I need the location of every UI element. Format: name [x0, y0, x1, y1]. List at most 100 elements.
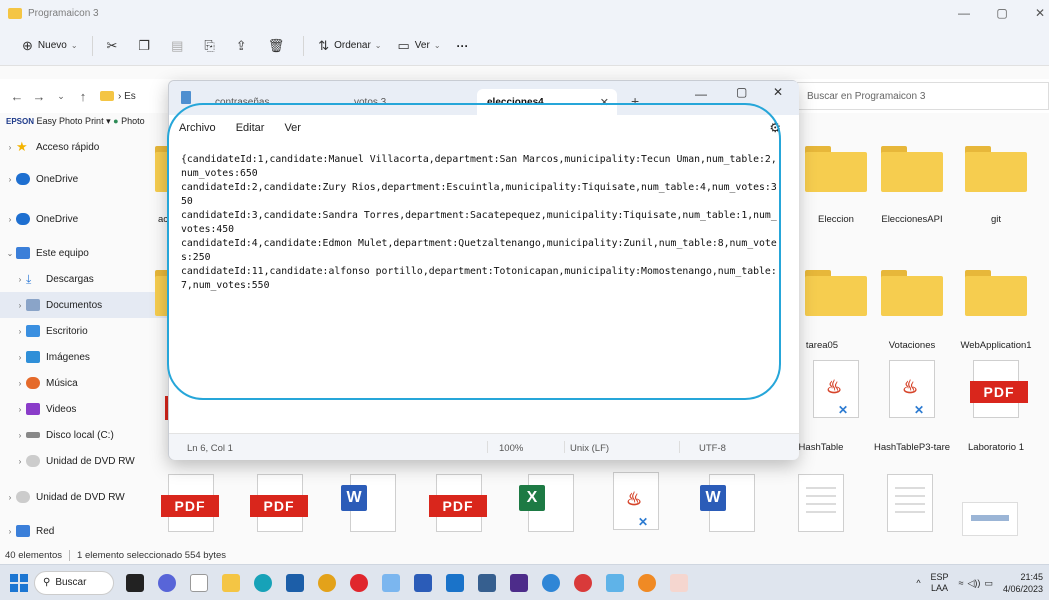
pdf-file-icon[interactable]: PDF — [250, 474, 308, 532]
cut-button[interactable]: ✂ — [99, 32, 131, 60]
image-file-thumbnail[interactable] — [962, 502, 1018, 536]
opera-icon[interactable] — [350, 573, 368, 592]
text-file-icon[interactable] — [887, 474, 933, 532]
sidebar-item-dvd-drive-2[interactable]: › Unidad de DVD RW — [0, 484, 170, 510]
clock[interactable]: 21:45 4/06/2023 — [1003, 571, 1043, 595]
sidebar-item-onedrive[interactable]: › OneDrive — [0, 166, 170, 192]
app-icon[interactable] — [382, 573, 400, 592]
java-icon[interactable] — [670, 573, 688, 592]
speaker-icon[interactable]: ◁)) — [968, 578, 981, 589]
app-icon[interactable] — [638, 573, 656, 592]
java-file-icon[interactable]: ♨ ✕ — [889, 360, 935, 418]
store-icon[interactable] — [286, 573, 304, 592]
sort-button[interactable]: ⇅ Ordenar ⌄ — [310, 32, 389, 60]
epson-toolbar[interactable]: EPSON Easy Photo Print ▾ ● Photo — [6, 116, 145, 127]
tab-elecciones4[interactable]: elecciones4 ✕ — [477, 89, 617, 115]
visual-studio-icon[interactable] — [446, 573, 464, 592]
notepad-icon[interactable] — [606, 573, 624, 592]
up-arrow-icon[interactable]: ↑ — [72, 89, 94, 104]
breadcrumb[interactable]: › Es — [118, 91, 136, 102]
java-file-icon[interactable]: ♨ ✕ — [613, 472, 659, 530]
pdf-file-icon[interactable]: PDF — [161, 474, 219, 532]
settings-gear-icon[interactable]: ⚙ — [769, 120, 781, 136]
folder-item[interactable] — [965, 146, 1027, 192]
plus-circle-icon: ⊕ — [22, 37, 33, 53]
sidebar-item-local-disk[interactable]: › Disco local (C:) — [0, 422, 170, 448]
pdf-file-icon[interactable]: PDF — [970, 360, 1028, 418]
wifi-icon[interactable]: ≈ — [959, 578, 964, 588]
sidebar-item-quick-access[interactable]: › ★ Acceso rápido — [0, 134, 170, 160]
app-icon[interactable] — [542, 573, 560, 592]
menu-editar[interactable]: Editar — [236, 122, 265, 134]
battery-icon[interactable]: ▭ — [984, 578, 993, 589]
share-button[interactable]: ⇪ — [228, 32, 260, 60]
chrome-icon[interactable] — [318, 573, 336, 592]
folder-icon — [8, 7, 22, 19]
document-content[interactable]: {candidateId:1,candidate:Manuel Villacor… — [181, 153, 781, 293]
close-button[interactable]: ✕ — [773, 85, 783, 99]
chevron-down-icon[interactable]: ⌄ — [50, 91, 72, 102]
sidebar-item-desktop[interactable]: › Escritorio — [0, 318, 170, 344]
notepad-icon — [181, 91, 191, 104]
close-tab-icon[interactable]: ✕ — [600, 96, 609, 109]
rename-button[interactable]: ⎘ — [196, 32, 227, 60]
word-file-icon[interactable]: W — [341, 474, 396, 532]
sidebar-item-documents[interactable]: › Documentos — [0, 292, 170, 318]
back-arrow-icon[interactable]: ← — [6, 89, 28, 104]
sidebar-item-downloads[interactable]: › ⤓ Descargas — [0, 266, 170, 292]
new-button[interactable]: ⊕ Nuevo ⌄ — [14, 32, 86, 60]
document-icon[interactable] — [190, 573, 208, 592]
folder-item[interactable] — [805, 146, 867, 192]
taskbar-search[interactable]: ⚲ Buscar — [34, 570, 114, 595]
notepad-text-area[interactable]: {candidateId:1,candidate:Manuel Villacor… — [169, 141, 799, 433]
folder-item[interactable] — [881, 146, 943, 192]
folder-item[interactable] — [805, 270, 867, 316]
maximize-button[interactable]: ▢ — [736, 85, 747, 99]
menu-archivo[interactable]: Archivo — [179, 122, 216, 134]
tab-votos3[interactable]: votos.3 — [344, 89, 474, 115]
firefox-icon[interactable] — [574, 573, 592, 592]
folder-icon — [100, 91, 114, 101]
sidebar-item-network[interactable]: › Red — [0, 518, 170, 544]
chevron-up-icon[interactable]: ^ — [916, 578, 920, 588]
java-file-icon[interactable]: ♨ ✕ — [813, 360, 859, 418]
intellij-icon[interactable] — [510, 573, 528, 592]
search-input[interactable]: Buscar en Programaicon 3 — [797, 82, 1049, 110]
chat-icon[interactable] — [158, 573, 176, 592]
more-options-button[interactable]: ··· — [449, 32, 477, 60]
windows-start-icon[interactable] — [10, 573, 28, 592]
folder-item[interactable] — [881, 270, 943, 316]
minimize-button[interactable]: — — [945, 0, 983, 26]
minimize-button[interactable]: — — [695, 87, 707, 101]
sidebar-item-pictures[interactable]: › Imágenes — [0, 344, 170, 370]
maximize-button[interactable]: ▢ — [983, 0, 1021, 26]
pdf-file-icon[interactable]: PDF — [429, 474, 487, 532]
word-file-icon[interactable]: W — [700, 474, 755, 532]
app-icon[interactable] — [478, 573, 496, 592]
excel-file-icon[interactable]: X — [519, 474, 574, 532]
sidebar-item-music[interactable]: › Música — [0, 370, 170, 396]
view-button[interactable]: ▭ Ver ⌄ — [390, 32, 449, 60]
edge-icon[interactable] — [254, 573, 272, 592]
forward-arrow-icon[interactable]: → — [28, 89, 50, 104]
menu-ver[interactable]: Ver — [284, 122, 301, 134]
cursor-position: Ln 6, Col 1 — [187, 443, 233, 454]
close-button[interactable]: ✕ — [1021, 0, 1049, 26]
delete-button[interactable]: 🗑 — [260, 32, 298, 60]
new-tab-icon[interactable]: + — [631, 93, 639, 109]
file-explorer-icon[interactable] — [222, 573, 240, 592]
language-indicator[interactable]: ESP LAA — [931, 572, 949, 594]
sidebar-item-this-pc[interactable]: ⌄ Este equipo — [0, 240, 170, 266]
text-file-icon[interactable] — [798, 474, 844, 532]
paste-button[interactable]: ▤ — [163, 32, 196, 60]
search-icon: ⚲ — [43, 577, 51, 588]
sidebar-item-dvd-drive[interactable]: › Unidad de DVD RW — [0, 448, 170, 474]
sidebar-item-onedrive-2[interactable]: › OneDrive — [0, 206, 170, 232]
tab-contrasenas[interactable]: contraseñas — [205, 89, 335, 115]
word-icon[interactable] — [414, 573, 432, 592]
task-view-icon[interactable] — [126, 573, 144, 592]
copy-button[interactable]: ❐ — [130, 32, 163, 60]
folder-item[interactable] — [965, 270, 1027, 316]
sidebar-item-videos[interactable]: › Videos — [0, 396, 170, 422]
chevron-down-icon: ⌄ — [70, 41, 78, 50]
